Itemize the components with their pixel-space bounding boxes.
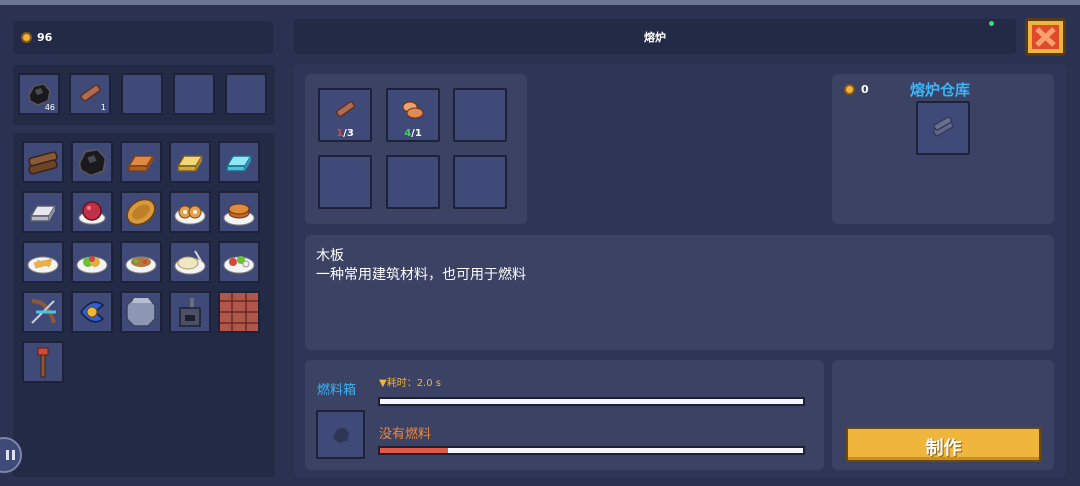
- ingredient-slot-meat[interactable]: 4/1: [386, 88, 440, 142]
- storage-panel: 0 熔炉仓库: [832, 74, 1054, 224]
- recipe-salad-plate[interactable]: [71, 241, 113, 283]
- coin-icon: [21, 32, 32, 43]
- ingredient-slot-empty[interactable]: [453, 155, 507, 209]
- copper-ingot-icon: [127, 155, 155, 172]
- recipe-furnace[interactable]: [169, 291, 211, 333]
- coin-amount: 96: [37, 31, 53, 44]
- inventory-slot-empty[interactable]: [225, 73, 267, 115]
- close-button[interactable]: [1025, 18, 1066, 56]
- pancake-plate-icon: [223, 203, 255, 226]
- inventory-slot-coal[interactable]: 46: [18, 73, 60, 115]
- fuel-box-label: 燃料箱: [317, 383, 357, 398]
- recipe-copper-ingot[interactable]: [120, 141, 162, 183]
- recipe-iron-ingot[interactable]: [22, 191, 64, 233]
- recipe-pie[interactable]: [120, 191, 162, 233]
- storage-title: 熔炉仓库: [910, 81, 971, 99]
- salad-plate-icon: [76, 256, 108, 274]
- recipe-fries-plate[interactable]: [22, 241, 64, 283]
- fries-plate-icon: [27, 256, 59, 274]
- craft-panel: 制作: [832, 360, 1054, 470]
- ingredient-need: /3: [343, 128, 354, 139]
- craft-time-bar: [378, 397, 805, 406]
- title-bar: 熔炉: [294, 19, 1016, 54]
- recipe-torch[interactable]: [22, 341, 64, 383]
- recipe-berry-bowl[interactable]: [71, 191, 113, 233]
- coal-icon: [78, 148, 107, 177]
- inventory-slot-empty[interactable]: [173, 73, 215, 115]
- item-name: 木板: [316, 248, 344, 264]
- ingredient-slot-empty[interactable]: [318, 155, 372, 209]
- recipe-stone-block[interactable]: [120, 291, 162, 333]
- inventory-slot-plank[interactable]: 1: [69, 73, 111, 115]
- recipe-coal[interactable]: [71, 141, 113, 183]
- fuel-status: 没有燃料: [379, 427, 432, 442]
- storage-coin-icon: [844, 84, 855, 95]
- craft-button[interactable]: 制作: [846, 427, 1041, 462]
- recipe-donut-plate[interactable]: [169, 191, 211, 233]
- rice-plate-icon: [174, 250, 206, 275]
- recipe-sushi-plate[interactable]: [218, 241, 260, 283]
- recipe-boomerang[interactable]: [71, 291, 113, 333]
- recipe-wood-log[interactable]: [22, 141, 64, 183]
- donut-plate-icon: [174, 205, 206, 225]
- notification-dot: [989, 21, 994, 26]
- fuel-panel: 燃料箱 ▼耗时：2.0 s 没有燃料: [305, 360, 824, 470]
- slot-count: 46: [44, 103, 55, 112]
- meat-icon: [402, 101, 424, 119]
- crossbow-icon: [31, 299, 56, 324]
- recipe-brick-wall[interactable]: [218, 291, 260, 333]
- boomerang-icon: [80, 301, 105, 323]
- recipe-meal-plate[interactable]: [120, 241, 162, 283]
- ingredient-slot-empty[interactable]: [453, 88, 507, 142]
- recipe-list-panel: [13, 133, 275, 477]
- brick-wall-icon: [220, 293, 258, 331]
- time-label: ▼耗时：2.0 s: [379, 378, 441, 389]
- window-title: 熔炉: [644, 31, 666, 44]
- description-panel: 木板 一种常用建筑材料，也可用于燃料: [305, 235, 1054, 350]
- recipe-pancake-plate[interactable]: [218, 191, 260, 233]
- recipe-rice-plate[interactable]: [169, 241, 211, 283]
- fuel-slot[interactable]: [316, 410, 365, 459]
- craft-button-label: 制作: [925, 438, 962, 459]
- wood-plank-icon: [336, 101, 355, 118]
- recipe-diamond-ingot[interactable]: [218, 141, 260, 183]
- sushi-plate-icon: [223, 256, 255, 274]
- diamond-ingot-icon: [225, 155, 253, 172]
- ingredients-panel: 1/3 4/1: [305, 74, 527, 224]
- gold-ingot-icon: [176, 155, 204, 172]
- furnace-icon: [179, 298, 201, 327]
- torch-icon: [37, 347, 49, 378]
- wood-log-icon: [28, 151, 58, 175]
- stone-block-icon: [126, 297, 156, 327]
- ingredient-slot-plank[interactable]: 1/3: [318, 88, 372, 142]
- fuel-level-fill: [380, 448, 448, 453]
- pie-icon: [126, 198, 156, 226]
- item-description: 一种常用建筑材料，也可用于燃料: [316, 267, 526, 283]
- recipe-crossbow[interactable]: [22, 291, 64, 333]
- berry-bowl-icon: [78, 201, 106, 225]
- recipe-gold-ingot[interactable]: [169, 141, 211, 183]
- pause-icon: [6, 450, 15, 460]
- inventory-bar: 46 1: [13, 65, 275, 125]
- storage-output-slot[interactable]: [916, 101, 970, 155]
- ingredient-slot-empty[interactable]: [386, 155, 440, 209]
- meal-plate-icon: [125, 256, 157, 274]
- coal-icon: [332, 426, 350, 444]
- ingredient-need: /1: [411, 128, 422, 139]
- ingredient-count: 4/1: [388, 128, 438, 139]
- ingredient-count: 1/3: [320, 128, 370, 139]
- fuel-level-bar: [378, 446, 805, 455]
- storage-coin-amount: 0: [861, 83, 869, 96]
- close-icon: [1032, 25, 1059, 49]
- coin-counter: 96: [13, 21, 273, 54]
- iron-ingot-icon: [29, 205, 57, 222]
- window-top-strip: [0, 0, 1080, 5]
- inventory-slot-empty[interactable]: [121, 73, 163, 115]
- slot-count: 1: [100, 103, 106, 112]
- wood-plank-icon: [932, 116, 954, 137]
